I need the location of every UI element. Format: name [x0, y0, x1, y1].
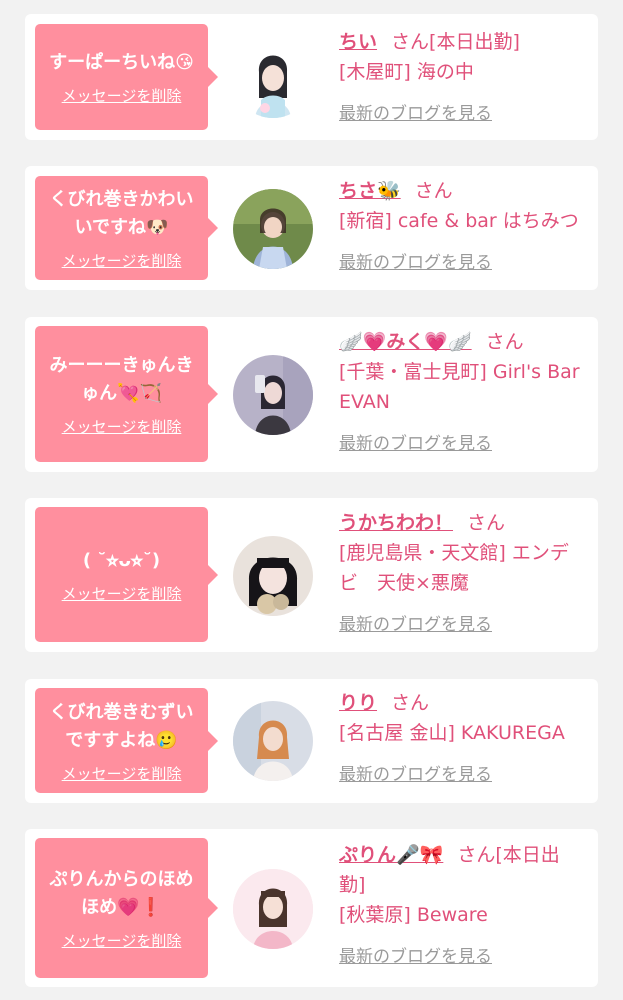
avatar-image — [233, 536, 313, 616]
message-bubble: くびれ巻きむずいですすよね🥲 メッセージを削除 — [35, 688, 218, 793]
delete-message-link[interactable]: メッセージを削除 — [62, 418, 182, 436]
avatar[interactable] — [233, 701, 313, 781]
cast-name-link[interactable]: ぷりん🎤🎀 — [339, 844, 443, 866]
message-card: みーーーきゅんきゅん💘🏹 メッセージを削除 🪽💗みく💗🪽 さん [千葉・富士見町]… — [25, 317, 598, 472]
message-card: ( ˘⭐︎ᴗ⭐︎˘) メッセージを削除 うかちわわ！ さん [鹿児島県・天文館] … — [25, 498, 598, 652]
honorific: さん — [457, 844, 496, 866]
message-bubble: ( ˘⭐︎ᴗ⭐︎˘) メッセージを削除 — [35, 507, 218, 642]
name-line: りり さん — [339, 688, 586, 718]
name-line: 🪽💗みく💗🪽 さん — [339, 327, 586, 357]
status-label: [本日出勤] — [429, 31, 520, 53]
view-blog-link[interactable]: 最新のブログを見る — [339, 942, 586, 972]
avatar-image — [233, 189, 313, 269]
avatar[interactable] — [233, 869, 313, 949]
view-blog-link[interactable]: 最新のブログを見る — [339, 429, 586, 459]
delete-message-link[interactable]: メッセージを削除 — [62, 585, 182, 603]
message-text: ぷりんからのほめほめ💗❗️ — [49, 869, 194, 918]
message-bubble: すーぱーちいね😘 メッセージを削除 — [35, 24, 218, 130]
name-line: うかちわわ！ さん — [339, 508, 586, 538]
name-line: ぷりん🎤🎀 さん[本日出勤] — [339, 840, 586, 900]
delete-message-link[interactable]: メッセージを削除 — [62, 765, 182, 783]
message-card: すーぱーちいね😘 メッセージを削除 ちい さん[本日出勤] [木屋町] 海の中 最… — [25, 14, 598, 140]
honorific: さん — [485, 331, 524, 353]
cast-name-link[interactable]: ちさ🐝 — [339, 180, 401, 202]
cast-name-link[interactable]: 🪽💗みく💗🪽 — [339, 331, 472, 353]
message-bubble: みーーーきゅんきゅん💘🏹 メッセージを削除 — [35, 326, 218, 462]
shop-name: [新宿] cafe & bar はちみつ — [339, 210, 579, 232]
message-card: くびれ巻きむずいですすよね🥲 メッセージを削除 りり さん [名古屋 金山] KA… — [25, 679, 598, 803]
view-blog-link[interactable]: 最新のブログを見る — [339, 610, 586, 640]
message-text: くびれ巻きかわいいですね🐶 — [49, 189, 194, 238]
honorific: さん — [391, 692, 430, 714]
avatar-image — [233, 869, 313, 949]
message-bubble: ぷりんからのほめほめ💗❗️ メッセージを削除 — [35, 838, 218, 978]
honorific: さん — [467, 512, 506, 534]
shop-name: [千葉・富士見町] Girl's Bar EVAN — [339, 361, 580, 413]
cast-name-link[interactable]: うかちわわ！ — [339, 512, 453, 534]
view-blog-link[interactable]: 最新のブログを見る — [339, 99, 586, 129]
cast-info: ちい さん[本日出勤] [木屋町] 海の中 最新のブログを見る — [339, 27, 586, 129]
avatar-image — [233, 355, 313, 435]
shop-name: [木屋町] 海の中 — [339, 61, 474, 83]
avatar[interactable] — [233, 355, 313, 435]
delete-message-link[interactable]: メッセージを削除 — [62, 87, 182, 105]
cast-info: ちさ🐝 さん [新宿] cafe & bar はちみつ 最新のブログを見る — [339, 176, 586, 278]
avatar[interactable] — [233, 38, 313, 118]
shop-name: [秋葉原] Beware — [339, 904, 488, 926]
view-blog-link[interactable]: 最新のブログを見る — [339, 248, 586, 278]
delete-message-link[interactable]: メッセージを削除 — [62, 252, 182, 270]
view-blog-link[interactable]: 最新のブログを見る — [339, 760, 586, 790]
cast-info: 🪽💗みく💗🪽 さん [千葉・富士見町] Girl's Bar EVAN 最新のブロ… — [339, 327, 586, 459]
name-line: ちい さん[本日出勤] — [339, 27, 586, 57]
shop-name: [名古屋 金山] KAKUREGA — [339, 722, 565, 744]
message-text: みーーーきゅんきゅん💘🏹 — [49, 355, 194, 404]
avatar[interactable] — [233, 189, 313, 269]
honorific: さん — [414, 180, 453, 202]
message-text: くびれ巻きむずいですすよね🥲 — [49, 701, 194, 751]
message-text: すーぱーちいね😘 — [49, 52, 194, 73]
delete-message-link[interactable]: メッセージを削除 — [62, 932, 182, 950]
message-bubble: くびれ巻きかわいいですね🐶 メッセージを削除 — [35, 176, 218, 280]
honorific: さん — [391, 31, 430, 53]
cast-info: ぷりん🎤🎀 さん[本日出勤] [秋葉原] Beware 最新のブログを見る — [339, 840, 586, 972]
avatar-image — [233, 701, 313, 781]
cast-info: りり さん [名古屋 金山] KAKUREGA 最新のブログを見る — [339, 688, 586, 790]
cast-name-link[interactable]: りり — [339, 692, 377, 714]
cast-info: うかちわわ！ さん [鹿児島県・天文館] エンデビ 天使×悪魔 最新のブログを見る — [339, 508, 586, 640]
message-text: ( ˘⭐︎ᴗ⭐︎˘) — [82, 549, 161, 571]
shop-name: [鹿児島県・天文館] エンデビ 天使×悪魔 — [339, 542, 569, 594]
name-line: ちさ🐝 さん — [339, 176, 586, 206]
message-card: くびれ巻きかわいいですね🐶 メッセージを削除 ちさ🐝 さん [新宿] cafe &… — [25, 166, 598, 290]
avatar[interactable] — [233, 536, 313, 616]
message-card: ぷりんからのほめほめ💗❗️ メッセージを削除 ぷりん🎤🎀 さん[本日出勤] [秋葉… — [25, 829, 598, 987]
cast-name-link[interactable]: ちい — [339, 31, 377, 53]
avatar-image — [233, 38, 313, 118]
